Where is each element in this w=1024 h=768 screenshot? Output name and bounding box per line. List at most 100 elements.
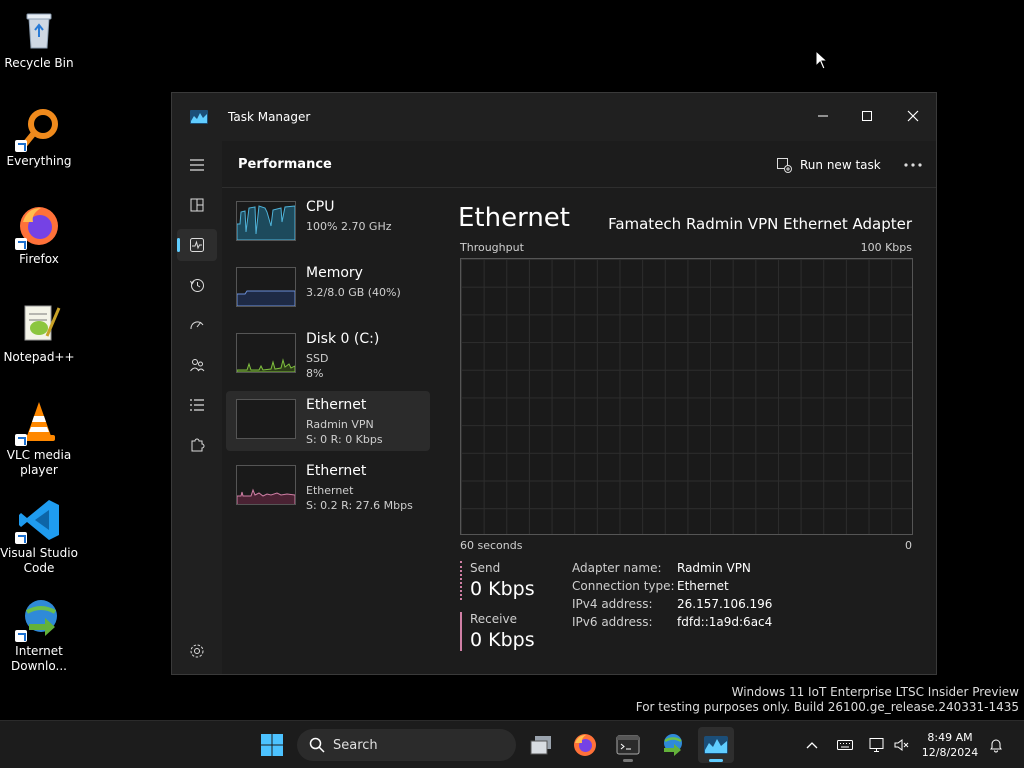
resource-usage: 8%: [306, 367, 324, 380]
desktop-icon-notepad-plus-plus[interactable]: Notepad++: [0, 302, 78, 365]
cpu-thumbnail-graph: [236, 201, 296, 241]
desktop-icon-firefox[interactable]: Firefox: [0, 204, 78, 267]
details-list-icon: [190, 399, 204, 411]
page-title: Performance: [238, 157, 332, 172]
watermark-line-1: Windows 11 IoT Enterprise LTSC Insider P…: [731, 685, 1019, 699]
task-manager-icon: [704, 736, 728, 754]
property-row: IPv6 address: fdfd::1a9d:6ac4: [572, 615, 772, 633]
nav-settings[interactable]: [177, 635, 217, 667]
nav-users[interactable]: [177, 349, 217, 381]
resource-item-memory[interactable]: Memory 3.2/8.0 GB (40%): [226, 259, 430, 319]
clock-date: 12/8/2024: [921, 746, 979, 759]
send-stat: Send 0 Kbps: [460, 561, 535, 600]
terminal-icon: [616, 735, 640, 755]
start-button[interactable]: [254, 727, 290, 763]
network-status-button[interactable]: [867, 735, 887, 755]
property-value: Ethernet: [677, 579, 729, 593]
nav-processes[interactable]: [177, 189, 217, 221]
mouse-cursor-icon: [815, 49, 829, 74]
running-indicator: [623, 759, 633, 762]
task-view-button[interactable]: [523, 727, 559, 763]
resource-item-ethernet[interactable]: Ethernet Ethernet S: 0.2 R: 27.6 Mbps: [226, 457, 430, 517]
resource-usage: S: 0 R: 0 Kbps: [306, 433, 383, 446]
ethernet-radmin-thumbnail-graph: [236, 399, 296, 439]
property-row: IPv4 address: 26.157.106.196: [572, 597, 772, 615]
shortcut-arrow-icon: [15, 532, 27, 544]
property-value: fdfd::1a9d:6ac4: [677, 615, 773, 629]
receive-value: 0 Kbps: [470, 629, 535, 651]
desktop-icon-internet-download-manager[interactable]: Internet Downlo...: [0, 596, 78, 674]
desktop-icon-label: Internet Downlo...: [11, 644, 67, 673]
throughput-graph: [460, 258, 913, 535]
taskbar-task-manager[interactable]: [698, 727, 734, 763]
notifications-button[interactable]: [986, 735, 1006, 755]
nav-performance[interactable]: [177, 229, 217, 261]
more-dots-icon: [904, 163, 922, 167]
keyboard-input-button[interactable]: [835, 735, 855, 755]
vscode-icon: [15, 498, 61, 544]
desktop-icon-recycle-bin[interactable]: Recycle Bin: [0, 8, 78, 71]
taskbar-terminal[interactable]: [610, 727, 646, 763]
users-icon: [190, 359, 205, 372]
nav-details[interactable]: [177, 389, 217, 421]
vlc-cone-icon: [15, 400, 61, 446]
adapter-properties: Adapter name: Radmin VPN Connection type…: [572, 561, 772, 633]
hamburger-menu-button[interactable]: [177, 149, 217, 181]
active-indicator: [709, 759, 723, 762]
resource-name: Ethernet: [306, 397, 367, 413]
search-icon: [309, 737, 325, 753]
taskbar-search-box[interactable]: Search: [297, 729, 516, 761]
property-key: IPv4 address:: [572, 597, 653, 611]
services-puzzle-icon: [191, 438, 205, 452]
minimize-button[interactable]: [808, 101, 838, 131]
system-clock[interactable]: 8:49 AM 12/8/2024: [920, 730, 980, 760]
firefox-icon: [15, 204, 61, 250]
watermark-line-2: For testing purposes only. Build 26100.g…: [635, 700, 1019, 714]
desktop-icon-label: Visual Studio Code: [0, 546, 78, 575]
resource-item-disk[interactable]: Disk 0 (C:) SSD 8%: [226, 325, 430, 385]
receive-label: Receive: [470, 612, 517, 626]
resource-list: CPU 100% 2.70 GHz Memory 3.2/8.0 GB (40%…: [226, 193, 430, 523]
resource-name: CPU: [306, 199, 335, 215]
resource-item-cpu[interactable]: CPU 100% 2.70 GHz: [226, 193, 430, 253]
taskbar: Search 8:49 AM 12/8/2024: [0, 720, 1024, 768]
task-manager-app-icon: [190, 110, 208, 124]
resource-name: Ethernet: [306, 463, 367, 479]
disk-thumbnail-graph: [236, 333, 296, 373]
resource-usage: 3.2/8.0 GB (40%): [306, 286, 401, 299]
nav-startup-apps[interactable]: [177, 309, 217, 341]
run-new-task-button[interactable]: Run new task: [776, 151, 881, 179]
desktop-icon-everything[interactable]: Everything: [0, 106, 78, 169]
desktop-icon-vlc[interactable]: VLC media player: [0, 400, 78, 478]
chevron-up-icon: [806, 742, 818, 749]
property-row: Connection type: Ethernet: [572, 579, 772, 597]
time-span-label: 60 seconds: [460, 539, 523, 552]
title-bar[interactable]: Task Manager: [172, 93, 936, 141]
bell-icon: [990, 739, 1002, 753]
property-key: IPv6 address:: [572, 615, 653, 629]
search-placeholder: Search: [333, 737, 378, 753]
windows-watermark: Windows 11 IoT Enterprise LTSC Insider P…: [636, 685, 1019, 715]
close-button[interactable]: [898, 101, 928, 131]
show-hidden-icons-button[interactable]: [802, 735, 822, 755]
taskbar-internet-download-manager[interactable]: [654, 727, 690, 763]
desktop-icon-label: Recycle Bin: [4, 56, 74, 70]
notepad-plus-plus-icon: [17, 302, 61, 346]
more-options-button[interactable]: [898, 151, 928, 179]
maximize-button[interactable]: [852, 101, 882, 131]
run-task-icon: [777, 158, 792, 173]
desktop-icon-vscode[interactable]: Visual Studio Code: [0, 498, 78, 576]
taskbar-firefox[interactable]: [567, 727, 603, 763]
volume-button[interactable]: [891, 735, 911, 755]
send-label: Send: [470, 561, 501, 575]
nav-services[interactable]: [177, 429, 217, 461]
scale-max-label: 100 Kbps: [860, 241, 912, 254]
scale-min-label: 0: [905, 539, 912, 552]
resource-item-ethernet-radmin[interactable]: Ethernet Radmin VPN S: 0 R: 0 Kbps: [226, 391, 430, 451]
hamburger-icon: [190, 159, 204, 171]
task-manager-window: Task Manager Performance Run new task CP…: [171, 92, 937, 675]
property-value: Radmin VPN: [677, 561, 751, 575]
startup-gauge-icon: [190, 321, 204, 330]
resource-usage: S: 0.2 R: 27.6 Mbps: [306, 499, 413, 512]
nav-app-history[interactable]: [177, 269, 217, 301]
